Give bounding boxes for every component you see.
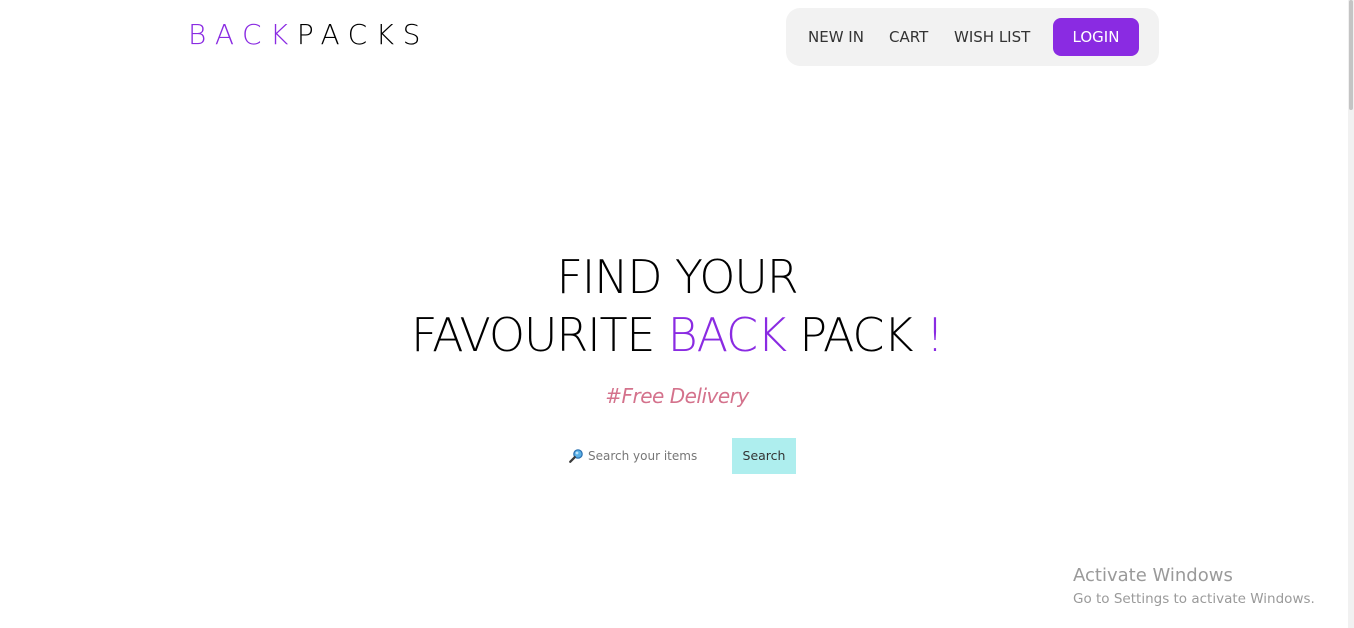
windows-activation-watermark: Activate Windows Go to Settings to activ… <box>1073 565 1315 609</box>
watermark-subtitle: Go to Settings to activate Windows. <box>1073 591 1315 607</box>
hero-subtitle: #Free Delivery <box>605 384 749 408</box>
login-button[interactable]: LOGIN <box>1053 18 1139 56</box>
brand-logo[interactable]: BACKPACKS <box>188 18 429 52</box>
hero-heading-line1: FIND YOUR <box>0 250 1354 304</box>
vertical-scrollbar[interactable] <box>1348 0 1354 628</box>
brand-logo-part2: PACKS <box>296 18 429 51</box>
hero-heading-prefix: FAVOURITE <box>411 308 668 362</box>
main-nav: NEW IN CART WISH LIST LOGIN <box>786 8 1159 66</box>
hero-heading-middle: PACK <box>785 308 926 362</box>
nav-wish-list[interactable]: WISH LIST <box>954 27 1030 47</box>
hero-heading-line2: FAVOURITE BACK PACK ! <box>0 308 1354 362</box>
hero-heading-exclamation: ! <box>925 308 944 362</box>
hero-heading-line1-text: FIND YOUR <box>556 250 798 304</box>
nav-new-in[interactable]: NEW IN <box>808 27 864 47</box>
search-input[interactable] <box>586 444 730 468</box>
scrollbar-thumb[interactable] <box>1349 0 1353 110</box>
search-button[interactable]: Search <box>732 438 796 474</box>
brand-logo-part1: BACK <box>188 18 297 51</box>
search-bar: Search <box>566 438 798 474</box>
watermark-title: Activate Windows <box>1073 565 1233 586</box>
nav-cart[interactable]: CART <box>889 27 928 47</box>
hero-heading-accent: BACK <box>667 308 787 362</box>
site-header: BACKPACKS NEW IN CART WISH LIST LOGIN <box>0 0 1354 75</box>
magnifier-icon <box>568 448 584 464</box>
